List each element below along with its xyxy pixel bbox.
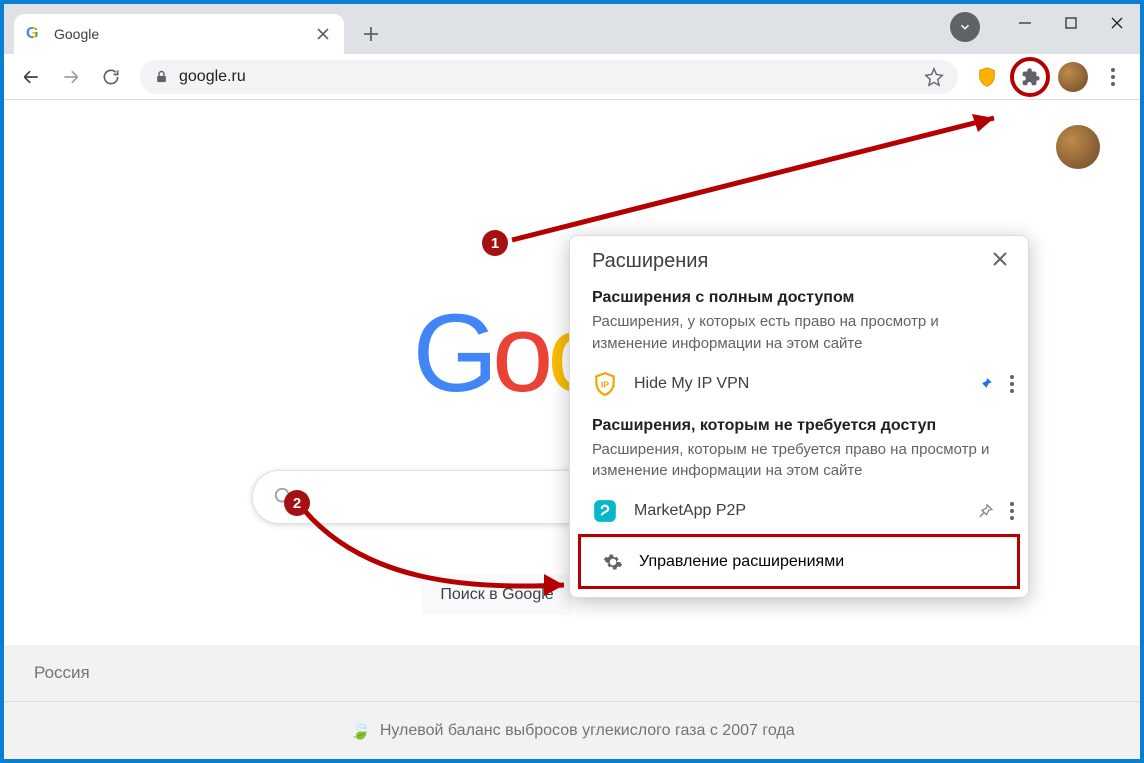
lock-icon [154, 69, 169, 84]
extension-name: Hide My IP VPN [634, 375, 960, 393]
tab-title: Google [54, 26, 304, 42]
chrome-menu-button[interactable] [1096, 60, 1130, 94]
pin-outline-icon[interactable] [976, 502, 994, 520]
annotation-callout-1: 1 [482, 230, 508, 256]
google-favicon: G [26, 25, 44, 43]
tab-close-button[interactable] [314, 25, 332, 43]
google-search-button[interactable]: Поиск в Google [421, 575, 572, 615]
url-text: google.ru [179, 68, 914, 86]
google-account-button[interactable] [1056, 125, 1100, 169]
profile-avatar[interactable] [1056, 60, 1090, 94]
annotation-callout-2: 2 [284, 490, 310, 516]
browser-toolbar: google.ru [4, 54, 1140, 100]
browser-titlebar: G Google [4, 4, 1140, 54]
extensions-dropdown: Расширения Расширения с полным доступом … [569, 235, 1029, 598]
manage-extensions-button[interactable]: Управление расширениями [581, 537, 1017, 586]
shield-icon: IP [592, 371, 618, 397]
manage-extensions-highlight: Управление расширениями [578, 534, 1020, 589]
extension-menu-button[interactable] [1010, 375, 1014, 393]
window-controls [1002, 4, 1140, 42]
vpn-extension-icon[interactable] [970, 60, 1004, 94]
footer-carbon-text: Нулевой баланс выбросов углекислого газа… [380, 722, 795, 740]
star-icon[interactable] [924, 67, 944, 87]
dropdown-title: Расширения [592, 250, 986, 273]
address-bar[interactable]: google.ru [140, 60, 958, 94]
new-tab-button[interactable] [354, 17, 388, 51]
kebab-icon [1111, 68, 1115, 86]
pin-icon[interactable] [976, 375, 994, 393]
minimize-button[interactable] [1002, 4, 1048, 42]
forward-button[interactable] [54, 60, 88, 94]
leaf-icon: 🍃 [349, 720, 371, 741]
x-icon [317, 28, 329, 40]
arrow-left-icon [21, 67, 41, 87]
full-access-heading: Расширения с полным доступом [592, 289, 1006, 307]
extension-name: MarketApp P2P [634, 502, 960, 520]
extension-row[interactable]: IP Hide My IP VPN [570, 361, 1028, 407]
extension-menu-button[interactable] [1010, 502, 1014, 520]
x-icon [992, 251, 1008, 267]
avatar-icon [1058, 62, 1088, 92]
arrow-right-icon [61, 67, 81, 87]
close-window-button[interactable] [1094, 4, 1140, 42]
extension-row[interactable]: MarketApp P2P [570, 488, 1028, 534]
footer-country: Россия [4, 645, 1140, 702]
chevron-down-icon [958, 20, 972, 34]
svg-text:IP: IP [601, 379, 609, 389]
shield-icon [976, 66, 998, 88]
google-footer: Россия 🍃 Нулевой баланс выбросов углекис… [4, 645, 1140, 759]
puzzle-icon [1019, 66, 1041, 88]
maximize-icon [1065, 17, 1077, 29]
gear-icon [603, 552, 623, 572]
maximize-button[interactable] [1048, 4, 1094, 42]
reload-icon [101, 67, 121, 87]
guest-indicator[interactable] [950, 12, 980, 42]
no-access-heading: Расширения, которым не требуется доступ [592, 417, 1006, 435]
app-icon [592, 498, 618, 524]
plus-icon [363, 26, 379, 42]
extensions-button[interactable] [1019, 66, 1041, 88]
full-access-desc: Расширения, у которых есть право на прос… [592, 311, 1006, 355]
avatar-icon [1056, 125, 1100, 169]
manage-extensions-label: Управление расширениями [639, 553, 844, 571]
extensions-button-highlight [1010, 57, 1050, 97]
no-access-desc: Расширения, которым не требуется право н… [592, 439, 1006, 483]
dropdown-close-button[interactable] [986, 251, 1014, 272]
reload-button[interactable] [94, 60, 128, 94]
page-content: Google Поиск в Google Мне повезёт! Расши… [4, 100, 1140, 759]
x-icon [1110, 16, 1124, 30]
footer-carbon: 🍃 Нулевой баланс выбросов углекислого га… [4, 702, 1140, 759]
minimize-icon [1018, 16, 1032, 30]
back-button[interactable] [14, 60, 48, 94]
browser-tab[interactable]: G Google [14, 14, 344, 54]
